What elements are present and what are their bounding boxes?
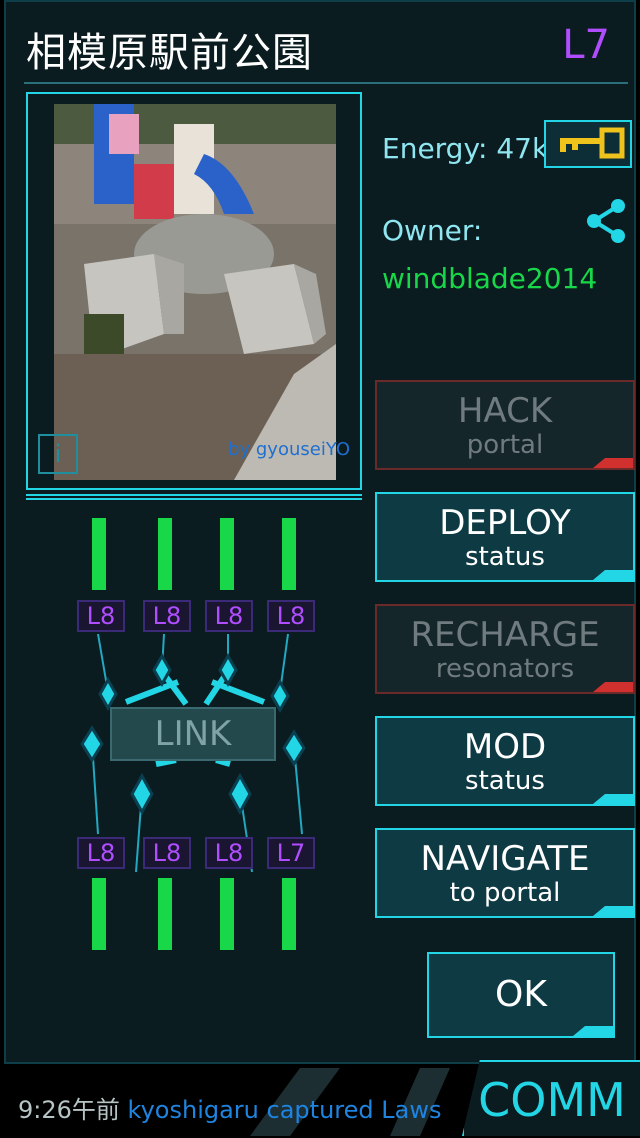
mod-label: MOD xyxy=(463,727,547,767)
owner-name: windblade2014 xyxy=(382,262,598,295)
resonator-level-bottom: L8 xyxy=(143,837,191,869)
comm-time: 9:26午前 xyxy=(18,1096,120,1124)
navigate-sublabel: to portal xyxy=(449,878,561,908)
ok-button[interactable]: OK xyxy=(427,952,615,1038)
deploy-label: DEPLOY xyxy=(439,503,571,543)
recharge-resonators-button[interactable]: RECHARGE resonators xyxy=(375,604,635,694)
resonator-node-icon xyxy=(98,676,118,712)
hack-sublabel: portal xyxy=(466,430,544,460)
comm-user[interactable]: kyoshigaru xyxy=(128,1096,259,1124)
resonator-level-top: L8 xyxy=(77,600,125,632)
deploy-status-button[interactable]: DEPLOY status xyxy=(375,492,635,582)
portal-level: L7 xyxy=(562,22,610,68)
resonator-level-bottom: L8 xyxy=(205,837,253,869)
resonator-energy-bar xyxy=(158,878,172,950)
resonator-level-bottom: L8 xyxy=(77,837,125,869)
resonator-level-top: L8 xyxy=(205,600,253,632)
ok-label: OK xyxy=(495,974,547,1015)
hack-portal-button[interactable]: HACK portal xyxy=(375,380,635,470)
share-icon[interactable] xyxy=(582,196,630,246)
energy-readout: Energy: 47k xyxy=(382,132,548,165)
resonator-energy-bar xyxy=(92,518,106,590)
link-button[interactable]: LINK xyxy=(110,707,276,761)
comm-text: captured Laws xyxy=(266,1096,442,1124)
resonator-level-bottom: L7 xyxy=(267,837,315,869)
resonator-node-icon xyxy=(228,772,252,816)
resonator-energy-bar xyxy=(158,518,172,590)
energy-label: Energy: xyxy=(382,132,488,165)
resonator-node-icon xyxy=(130,772,154,816)
portal-panel: 相模原駅前公園 L7 by gyouseiYO i Energy: 47k Ow… xyxy=(4,0,636,1064)
resonator-diagram xyxy=(80,633,306,873)
key-icon xyxy=(560,127,625,159)
owner-label: Owner: xyxy=(382,214,483,247)
resonator-energy-bar xyxy=(220,518,234,590)
resonator-node-icon xyxy=(270,678,290,714)
deploy-sublabel: status xyxy=(465,542,545,572)
recharge-label: RECHARGE xyxy=(410,615,600,655)
comm-message[interactable]: 9:26午前 kyoshigaru captured Laws xyxy=(18,1090,441,1125)
resonator-energy-bar xyxy=(282,878,296,950)
mod-status-button[interactable]: MOD status xyxy=(375,716,635,806)
resonator-energy-bar xyxy=(220,878,234,950)
hack-label: HACK xyxy=(457,391,553,431)
energy-value: 47k xyxy=(496,132,549,165)
key-button[interactable] xyxy=(544,120,632,168)
mod-sublabel: status xyxy=(465,766,545,796)
button-corner xyxy=(573,1026,613,1036)
comm-button[interactable]: COMM xyxy=(462,1060,640,1136)
resonator-energy-bar xyxy=(282,518,296,590)
navigate-to-portal-button[interactable]: NAVIGATE to portal xyxy=(375,828,635,918)
resonator-level-top: L8 xyxy=(143,600,191,632)
resonator-level-top: L8 xyxy=(267,600,315,632)
navigate-label: NAVIGATE xyxy=(420,839,590,879)
resonator-node-icon xyxy=(282,729,306,767)
resonator-node-icon xyxy=(80,725,104,763)
resonator-energy-bar xyxy=(92,878,106,950)
recharge-sublabel: resonators xyxy=(435,654,575,684)
